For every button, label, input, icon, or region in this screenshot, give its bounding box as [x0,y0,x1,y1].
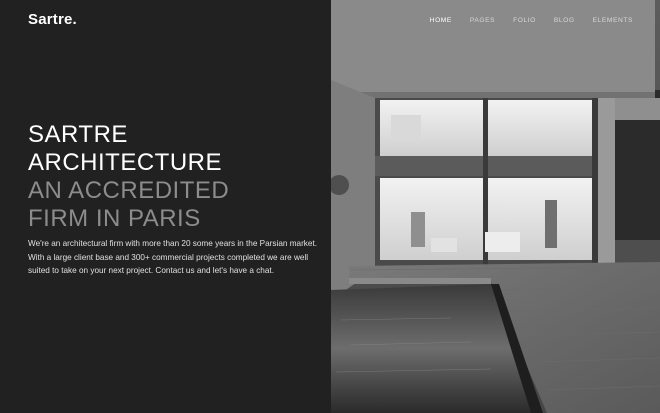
left-panel: Sartre. SARTRE ARCHITECTURE AN ACCREDITE… [0,0,331,413]
nav-home[interactable]: HOME [430,17,452,24]
hero-image: HOME PAGES FOLIO BLOG ELEMENTS [331,0,660,413]
page: Sartre. SARTRE ARCHITECTURE AN ACCREDITE… [0,0,660,413]
house-photo-illustration [331,0,660,413]
hero-headline: SARTRE ARCHITECTURE AN ACCREDITED FIRM I… [28,121,229,233]
nav-elements[interactable]: ELEMENTS [593,17,633,24]
nav-pages[interactable]: PAGES [470,17,495,24]
nav-folio[interactable]: FOLIO [513,17,536,24]
headline-line-1: SARTRE [28,121,128,148]
headline-line-3: AN ACCREDITED [28,177,230,204]
site-logo[interactable]: Sartre. [28,11,77,28]
hero-description: We're an architectural firm with more th… [28,239,318,276]
headline-line-4: FIRM IN PARIS [28,205,201,232]
headline-line-2: ARCHITECTURE [28,149,223,176]
nav-blog[interactable]: BLOG [554,17,575,24]
main-nav: HOME PAGES FOLIO BLOG ELEMENTS [412,17,660,24]
